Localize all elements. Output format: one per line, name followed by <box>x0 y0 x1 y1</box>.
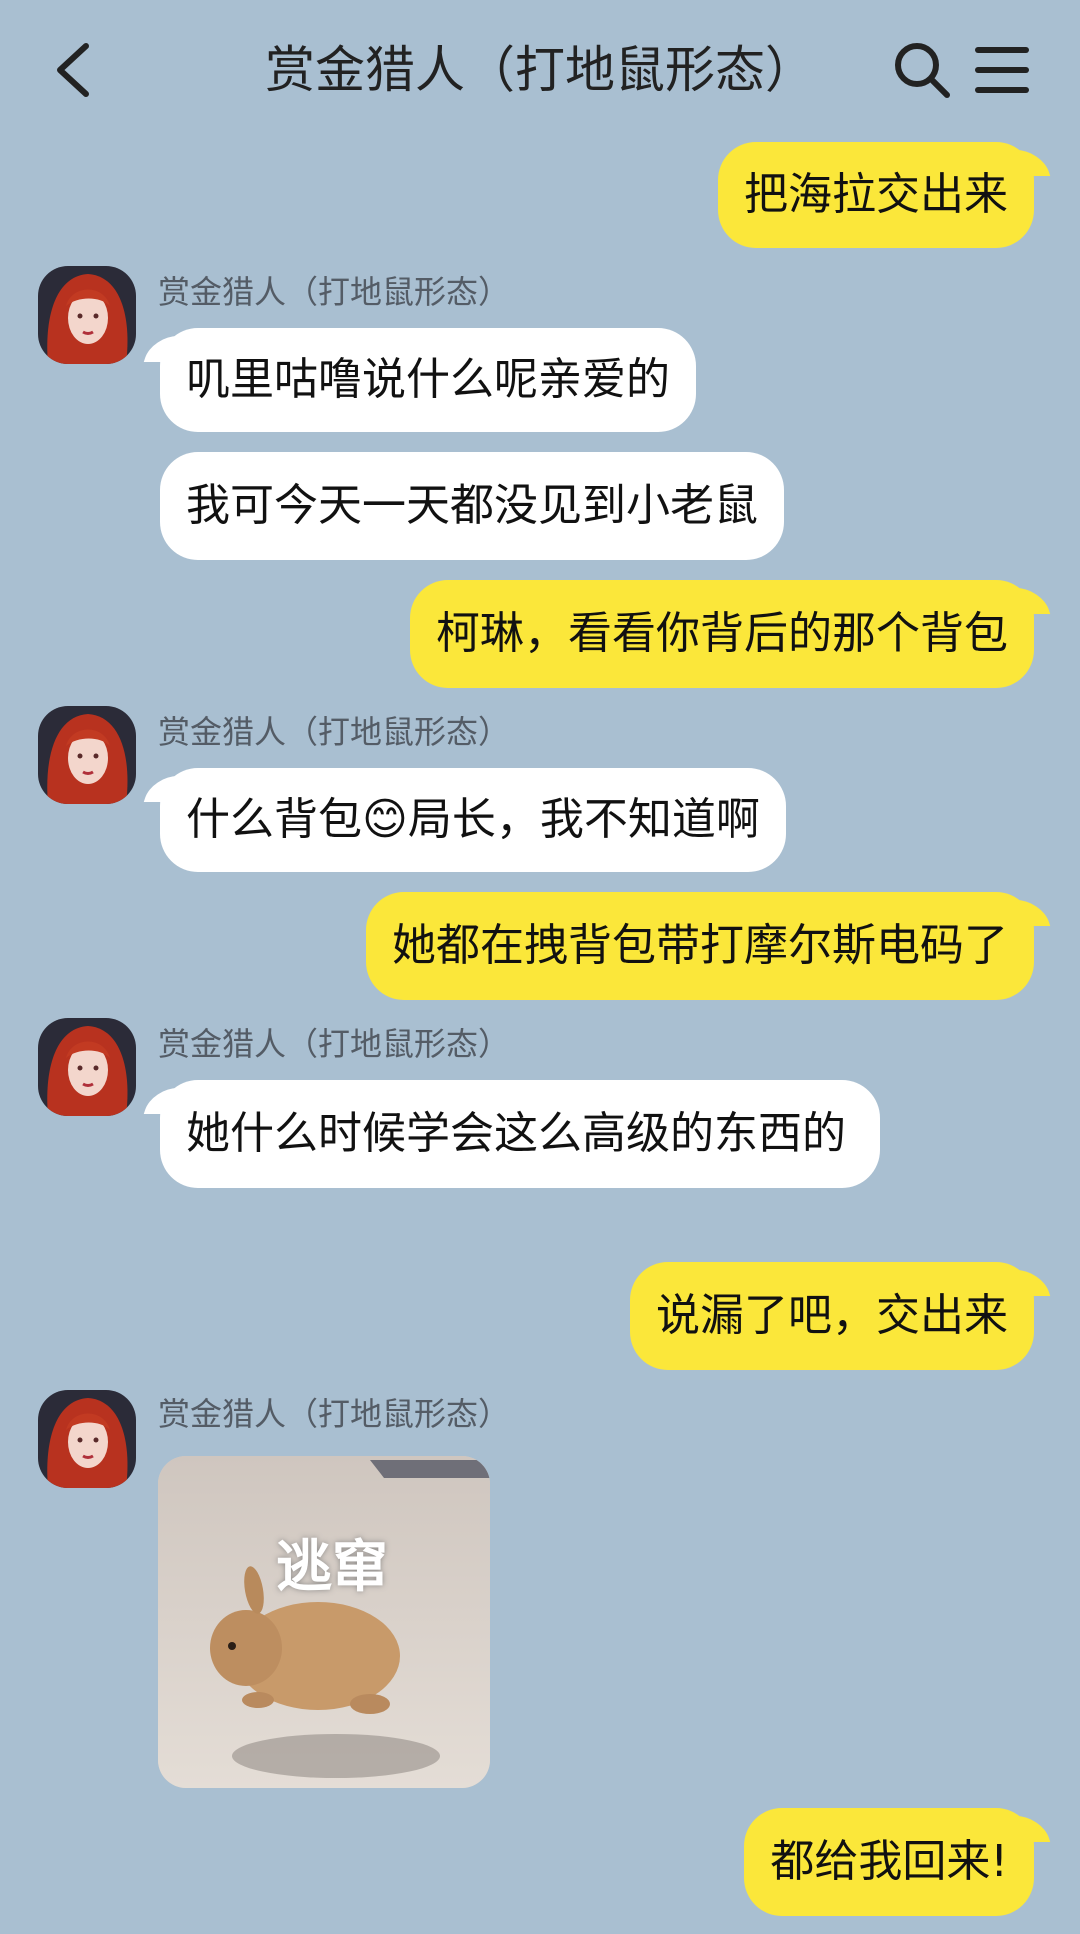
sender-name: 赏金猎人（打地鼠形态） <box>158 1025 511 1063</box>
message-text: 什么背包 <box>186 794 362 845</box>
avatar[interactable] <box>38 1390 136 1488</box>
message-text: 她什么时候学会这么高级的东西的 <box>186 1108 846 1159</box>
sender-name: 赏金猎人（打地鼠形态） <box>158 273 511 311</box>
outgoing-message[interactable]: 柯琳，看看你背后的那个背包 <box>410 580 1034 688</box>
message-text: 都给我回来! <box>770 1836 1008 1887</box>
message-text: 说漏了吧，交出来 <box>656 1290 1008 1341</box>
search-icon <box>895 43 950 98</box>
sender-name: 赏金猎人（打地鼠形态） <box>158 1395 511 1433</box>
message-text: 我可今天一天都没见到小老鼠 <box>186 480 758 531</box>
incoming-message[interactable]: 她什么时候学会这么高级的东西的 <box>160 1080 880 1188</box>
rabbit-sticker-image <box>158 1456 490 1788</box>
sticker-message[interactable]: 逃窜 <box>158 1456 490 1788</box>
outgoing-message[interactable]: 说漏了吧，交出来 <box>630 1262 1034 1370</box>
message-text: 局长，我不知道啊 <box>407 794 760 845</box>
menu-button[interactable] <box>974 44 1030 96</box>
avatar-image <box>38 1390 136 1488</box>
chat-header: 赏金猎人（打地鼠形态） <box>0 0 1080 140</box>
menu-icon <box>975 47 1029 93</box>
avatar[interactable] <box>38 1018 136 1116</box>
avatar[interactable] <box>38 706 136 804</box>
message-text: 把海拉交出来 <box>744 169 1008 220</box>
search-button[interactable] <box>892 40 952 100</box>
incoming-message[interactable]: 什么背包😊局长，我不知道啊 <box>160 768 786 872</box>
avatar-image <box>38 1018 136 1116</box>
outgoing-message[interactable]: 把海拉交出来 <box>718 142 1034 248</box>
outgoing-message[interactable]: 都给我回来! <box>744 1808 1034 1916</box>
avatar-image <box>38 266 136 364</box>
message-text: 柯琳，看看你背后的那个背包 <box>436 608 1008 659</box>
incoming-message[interactable]: 我可今天一天都没见到小老鼠 <box>160 452 784 560</box>
sticker-caption: 逃窜 <box>276 1535 388 1600</box>
avatar-image <box>38 706 136 804</box>
outgoing-message[interactable]: 她都在拽背包带打摩尔斯电码了 <box>366 892 1034 1000</box>
message-text: 她都在拽背包带打摩尔斯电码了 <box>392 920 1008 971</box>
sender-name: 赏金猎人（打地鼠形态） <box>158 713 511 751</box>
smiling-face-emoji: 😊 <box>362 794 408 845</box>
avatar[interactable] <box>38 266 136 364</box>
incoming-message[interactable]: 叽里咕噜说什么呢亲爱的 <box>160 328 696 432</box>
message-text: 叽里咕噜说什么呢亲爱的 <box>186 354 670 405</box>
